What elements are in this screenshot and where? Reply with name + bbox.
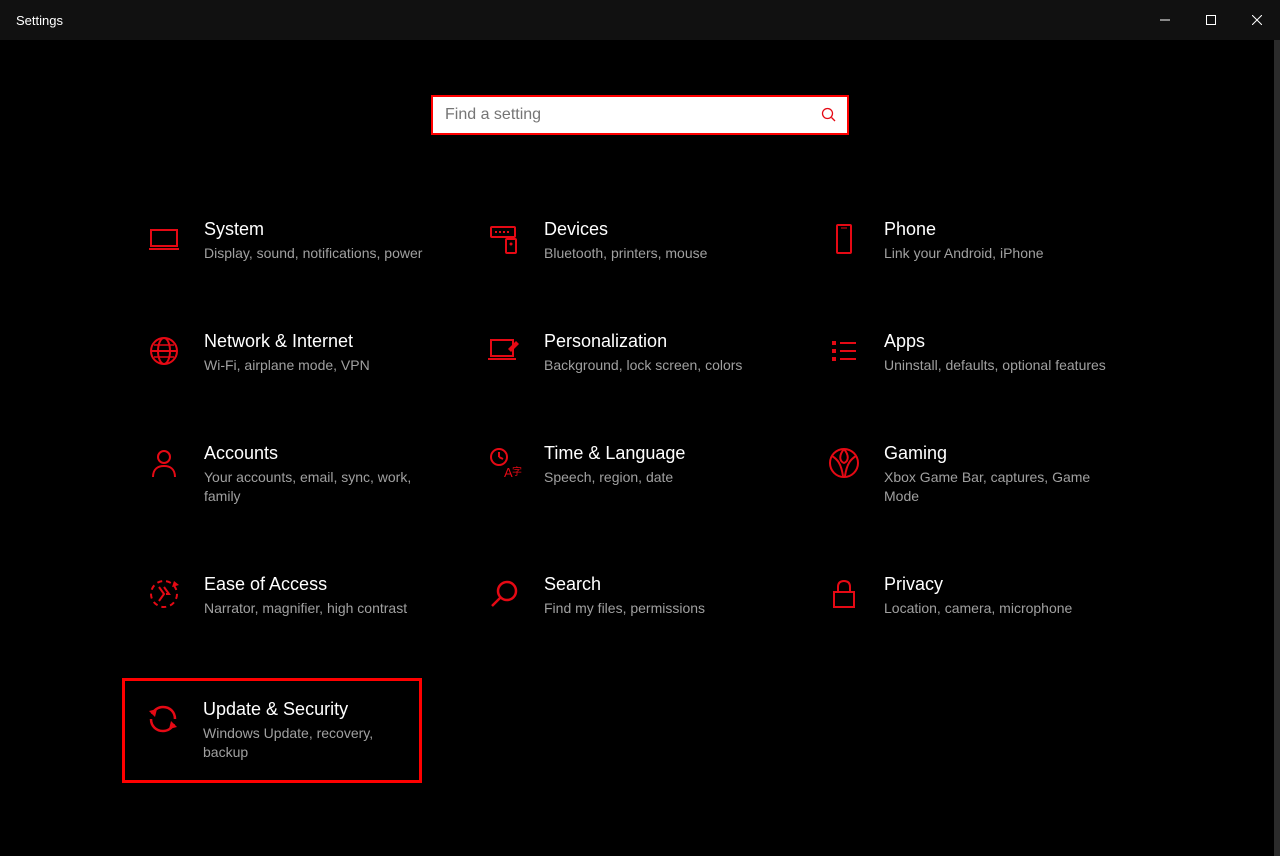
- search-input[interactable]: [433, 106, 811, 124]
- accounts-icon: [144, 443, 184, 483]
- maximize-button[interactable]: [1188, 0, 1234, 40]
- tile-devices[interactable]: Devices Bluetooth, printers, mouse: [480, 215, 820, 267]
- tile-title: Network & Internet: [204, 331, 370, 352]
- minimize-button[interactable]: [1142, 0, 1188, 40]
- tile-desc: Background, lock screen, colors: [544, 356, 742, 375]
- tile-desc: Find my files, permissions: [544, 599, 705, 618]
- tile-update-security[interactable]: Update & Security Windows Update, recove…: [122, 678, 422, 783]
- tile-title: Personalization: [544, 331, 742, 352]
- search-tile-icon: [484, 574, 524, 614]
- tile-gaming[interactable]: Gaming Xbox Game Bar, captures, Game Mod…: [820, 439, 1160, 510]
- tile-title: Ease of Access: [204, 574, 407, 595]
- phone-icon: [824, 219, 864, 259]
- tile-desc: Xbox Game Bar, captures, Game Mode: [884, 468, 1126, 506]
- tile-privacy[interactable]: Privacy Location, camera, microphone: [820, 570, 1160, 622]
- search-box[interactable]: [431, 95, 849, 135]
- tile-phone[interactable]: Phone Link your Android, iPhone: [820, 215, 1160, 267]
- settings-grid: System Display, sound, notifications, po…: [140, 135, 1160, 783]
- close-button[interactable]: [1234, 0, 1280, 40]
- tile-desc: Link your Android, iPhone: [884, 244, 1044, 263]
- titlebar: Settings: [0, 0, 1280, 40]
- gaming-icon: [824, 443, 864, 483]
- tile-desc: Speech, region, date: [544, 468, 685, 487]
- window-controls: [1142, 0, 1280, 40]
- tile-system[interactable]: System Display, sound, notifications, po…: [140, 215, 480, 267]
- tile-title: Phone: [884, 219, 1044, 240]
- system-icon: [144, 219, 184, 259]
- tile-title: Update & Security: [203, 699, 385, 720]
- search-container: [0, 40, 1280, 135]
- tile-desc: Display, sound, notifications, power: [204, 244, 422, 263]
- tile-desc: Windows Update, recovery, backup: [203, 724, 385, 762]
- tile-title: Accounts: [204, 443, 446, 464]
- personalization-icon: [484, 331, 524, 371]
- update-icon: [143, 699, 183, 739]
- tile-personalization[interactable]: Personalization Background, lock screen,…: [480, 327, 820, 379]
- tile-title: Gaming: [884, 443, 1126, 464]
- lock-icon: [824, 574, 864, 614]
- tile-title: Time & Language: [544, 443, 685, 464]
- tile-accounts[interactable]: Accounts Your accounts, email, sync, wor…: [140, 439, 480, 510]
- tile-desc: Narrator, magnifier, high contrast: [204, 599, 407, 618]
- search-icon[interactable]: [811, 107, 847, 123]
- tile-desc: Your accounts, email, sync, work, family: [204, 468, 446, 506]
- tile-desc: Uninstall, defaults, optional features: [884, 356, 1106, 375]
- tile-search[interactable]: Search Find my files, permissions: [480, 570, 820, 622]
- tile-desc: Bluetooth, printers, mouse: [544, 244, 707, 263]
- tile-time-language[interactable]: A字 Time & Language Speech, region, date: [480, 439, 820, 510]
- tile-title: Devices: [544, 219, 707, 240]
- tile-desc: Wi-Fi, airplane mode, VPN: [204, 356, 370, 375]
- tile-desc: Location, camera, microphone: [884, 599, 1072, 618]
- vertical-scrollbar[interactable]: [1274, 40, 1280, 856]
- tile-title: Search: [544, 574, 705, 595]
- globe-icon: [144, 331, 184, 371]
- tile-network[interactable]: Network & Internet Wi-Fi, airplane mode,…: [140, 327, 480, 379]
- tile-apps[interactable]: Apps Uninstall, defaults, optional featu…: [820, 327, 1160, 379]
- tile-title: Privacy: [884, 574, 1072, 595]
- tile-title: System: [204, 219, 422, 240]
- content-area: System Display, sound, notifications, po…: [0, 40, 1280, 856]
- tile-ease-of-access[interactable]: Ease of Access Narrator, magnifier, high…: [140, 570, 480, 622]
- window-title: Settings: [16, 13, 63, 28]
- svg-text:字: 字: [512, 465, 522, 478]
- tile-title: Apps: [884, 331, 1106, 352]
- time-language-icon: A字: [484, 443, 524, 483]
- devices-icon: [484, 219, 524, 259]
- ease-of-access-icon: [144, 574, 184, 614]
- apps-icon: [824, 331, 864, 371]
